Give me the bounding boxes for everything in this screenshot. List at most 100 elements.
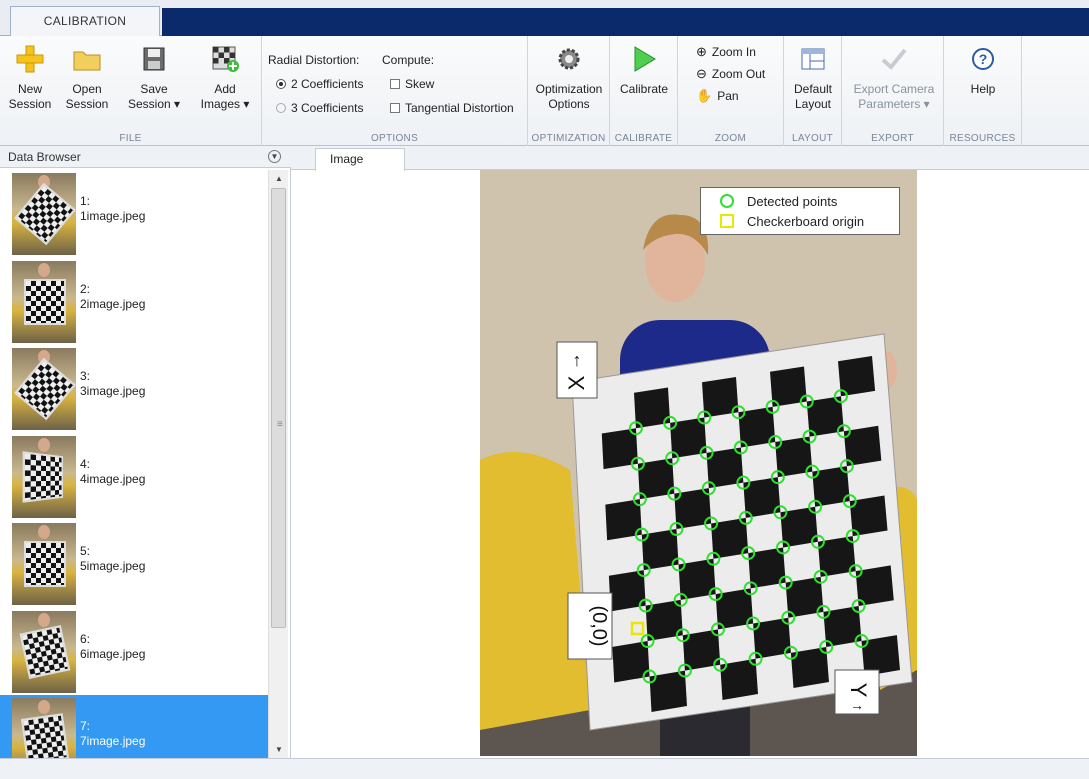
image-tabbar: Image <box>291 146 1089 171</box>
image-list: 1: 1image.jpeg 2: 2image.jpeg 3: 3image.jpe… <box>0 170 268 758</box>
tabbar-background <box>162 8 1089 36</box>
tangential-distortion-checkbox[interactable]: Tangential Distortion <box>390 100 514 116</box>
open-session-button[interactable]: Open Session <box>64 42 110 112</box>
x-label-text: X <box>564 375 589 390</box>
zoom-in-label: Zoom In <box>711 45 756 59</box>
green-circle-icon <box>720 194 734 208</box>
item-number: 3: <box>80 369 91 383</box>
item-filename: 2image.jpeg <box>80 296 146 311</box>
group-options: Radial Distortion: Compute: 2 Coefficien… <box>262 36 528 146</box>
radio-2-coefficients[interactable]: 2 Coefficients <box>276 76 364 92</box>
group-calibrate: Calibrate CALIBRATE <box>610 36 678 146</box>
svg-text:→: → <box>850 697 864 713</box>
checkbox-icon <box>390 103 400 113</box>
image-thumbnail <box>12 435 76 518</box>
item-filename: 6image.jpeg <box>80 646 146 661</box>
save-session-label-1: Save <box>140 82 168 96</box>
svg-text:↑: ↑ <box>573 350 582 370</box>
help-button[interactable]: ? Help <box>956 42 1010 97</box>
status-bar <box>0 758 1089 779</box>
item-number: 2: <box>80 281 91 296</box>
data-browser-title: Data Browser <box>8 150 81 164</box>
image-thumbnail <box>12 523 76 605</box>
add-images-button[interactable]: Add Images ▾ <box>194 42 256 112</box>
gear-icon <box>552 42 586 76</box>
help-icon: ? <box>966 42 1000 76</box>
save-icon <box>137 42 171 76</box>
item-filename: 1image.jpeg <box>80 209 146 223</box>
group-label-export: EXPORT <box>871 133 914 144</box>
export-camera-parameters-button[interactable]: Export Camera Parameters ▾ <box>846 42 942 112</box>
new-session-button[interactable]: New Session <box>8 42 52 112</box>
group-layout: Default Layout LAYOUT <box>784 36 842 146</box>
image-thumbnail <box>12 698 76 758</box>
add-images-label-1: Add <box>214 82 236 96</box>
three-coeff-label: 3 Coefficients <box>291 101 364 115</box>
legend-detected-points: Detected points <box>719 193 837 209</box>
calibrate-label: Calibrate <box>619 82 669 96</box>
skew-checkbox[interactable]: Skew <box>390 76 434 92</box>
save-session-button[interactable]: Save Session ▾ <box>124 42 184 112</box>
scroll-down-icon[interactable]: ▼ <box>275 745 283 754</box>
item-text: 5: 5image.jpeg <box>80 544 145 574</box>
list-item-selected[interactable]: 7: 7image.jpeg <box>0 695 268 758</box>
group-label-optimization: OPTIMIZATION <box>531 133 606 144</box>
new-session-label-2: Session <box>8 97 52 111</box>
layout-label-2: Layout <box>794 97 832 111</box>
yellow-square-icon <box>720 214 734 228</box>
radio-selected-icon <box>276 79 286 89</box>
ribbon-toolstrip: New Session Open Session Save Session ▾ <box>0 36 1089 146</box>
radial-distortion-title: Radial Distortion: <box>268 52 359 68</box>
calibrate-button[interactable]: Calibrate <box>614 42 674 97</box>
export-check-icon <box>877 42 911 76</box>
layout-icon <box>796 42 830 76</box>
legend-checkerboard-origin: Checkerboard origin <box>719 213 864 229</box>
list-item[interactable]: 6: 6image.jpeg <box>0 608 268 696</box>
item-number: 1: <box>80 194 91 208</box>
zoom-in-button[interactable]: ⊕ Zoom In <box>696 44 756 60</box>
group-label-file: FILE <box>119 133 142 144</box>
item-text: 1: 1image.jpeg <box>80 194 145 224</box>
tab-image[interactable]: Image <box>315 148 405 171</box>
item-number: 5: <box>80 544 91 558</box>
item-text: 3: 3image.jpeg <box>80 369 145 399</box>
legend-origin-text: Checkerboard origin <box>747 213 865 229</box>
list-item[interactable]: 3: 3image.jpeg <box>0 345 268 433</box>
pan-button[interactable]: ✋ Pan <box>696 88 739 104</box>
scrollbar-thumb[interactable]: ≡ <box>271 188 286 628</box>
default-layout-button[interactable]: Default Layout <box>788 42 838 112</box>
y-label-text: Y <box>846 683 871 698</box>
svg-text:?: ? <box>979 51 988 67</box>
image-panel: Image ↑ X (0,0) Y → <box>291 146 1089 758</box>
calibration-photo[interactable]: ↑ X (0,0) Y → <box>480 170 917 756</box>
scroll-up-icon[interactable]: ▲ <box>275 174 283 183</box>
optimization-options-button[interactable]: Optimization Options <box>530 42 608 112</box>
group-resources: ? Help RESOURCES <box>944 36 1022 146</box>
radial-title-text: Radial Distortion: <box>268 53 360 67</box>
compute-title: Compute: <box>382 52 434 68</box>
y-axis-label: Y → <box>834 669 880 715</box>
folder-icon <box>70 42 104 76</box>
plot-legend: Detected points Checkerboard origin <box>700 187 900 235</box>
group-export: Export Camera Parameters ▾ EXPORT <box>842 36 944 146</box>
list-item[interactable]: 2: 2image.jpeg <box>0 258 268 346</box>
group-file: New Session Open Session Save Session ▾ <box>0 36 262 146</box>
list-item[interactable]: 4: 4image.jpeg <box>0 433 268 521</box>
optimization-label-1: Optimization <box>535 82 603 96</box>
tab-calibration[interactable]: CALIBRATION <box>10 6 160 37</box>
grip-icon: ≡ <box>277 419 283 430</box>
group-label-layout: LAYOUT <box>791 133 834 144</box>
image-thumbnail <box>12 348 76 430</box>
list-item[interactable]: 5: 5image.jpeg <box>0 520 268 608</box>
new-session-icon <box>13 42 47 76</box>
layout-label-1: Default <box>793 82 833 96</box>
vertical-scrollbar[interactable]: ▲ ≡ ▼ <box>268 170 288 758</box>
checkbox-icon <box>390 79 400 89</box>
group-label-zoom: ZOOM <box>714 133 747 144</box>
new-session-label-1: New <box>17 82 42 96</box>
zoom-out-button[interactable]: ⊖ Zoom Out <box>696 66 765 82</box>
panel-menu-icon[interactable]: ▼ <box>268 150 281 163</box>
list-item[interactable]: 1: 1image.jpeg <box>0 170 268 258</box>
skew-label: Skew <box>405 77 435 91</box>
radio-3-coefficients[interactable]: 3 Coefficients <box>276 100 364 116</box>
